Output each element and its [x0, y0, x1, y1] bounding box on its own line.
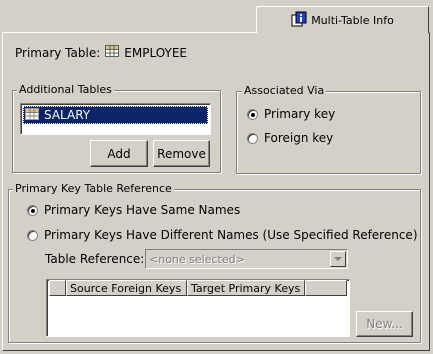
new-button-label: New... — [366, 317, 403, 331]
add-button[interactable]: Add — [90, 140, 148, 167]
remove-button[interactable]: Remove — [153, 140, 210, 167]
same-names-radio-row[interactable]: Primary Keys Have Same Names — [27, 203, 240, 217]
primary-key-label: Primary key — [264, 107, 336, 121]
info-icon — [291, 11, 307, 30]
table-header-filler — [305, 280, 347, 296]
primary-table-row: Primary Table: EMPLOYEE — [15, 45, 187, 60]
list-item[interactable]: SALARY — [23, 106, 208, 124]
additional-tables-title: Additional Tables — [17, 83, 114, 96]
associated-via-title: Associated Via — [242, 84, 327, 97]
table-icon — [25, 107, 39, 123]
table-reference-label: Table Reference: — [45, 252, 145, 266]
tab-multi-table-info[interactable]: Multi-Table Info — [256, 6, 429, 33]
primary-table-label: Primary Table: — [15, 45, 101, 60]
pk-reference-title: Primary Key Table Reference — [13, 182, 174, 195]
column-header-target-primary-keys[interactable]: Target Primary Keys — [187, 280, 305, 296]
table-header-corner — [49, 280, 66, 296]
add-button-label: Add — [107, 146, 131, 161]
primary-key-radio-row[interactable]: Primary key — [247, 107, 335, 121]
foreign-key-label: Foreign key — [264, 131, 334, 145]
same-names-label: Primary Keys Have Same Names — [44, 203, 241, 217]
primary-key-radio[interactable] — [247, 108, 258, 120]
new-button[interactable]: New... — [356, 311, 413, 337]
same-names-radio[interactable] — [27, 204, 38, 216]
different-names-label: Primary Keys Have Different Names (Use S… — [44, 228, 418, 242]
different-names-radio-row[interactable]: Primary Keys Have Different Names (Use S… — [27, 228, 418, 242]
primary-table-name: EMPLOYEE — [124, 45, 187, 60]
key-mapping-table[interactable]: Source Foreign Keys Target Primary Keys — [46, 279, 350, 337]
column-header-label: Target Primary Keys — [191, 281, 301, 295]
foreign-key-radio[interactable] — [247, 132, 258, 144]
table-icon — [105, 45, 120, 60]
list-item-label: SALARY — [44, 108, 91, 122]
remove-button-label: Remove — [157, 146, 206, 161]
additional-tables-list[interactable]: SALARY — [20, 103, 211, 135]
different-names-radio[interactable] — [27, 229, 38, 241]
tab-label: Multi-Table Info — [311, 13, 394, 27]
table-reference-value: <none selected> — [149, 252, 245, 266]
column-header-label: Source Foreign Keys — [70, 281, 182, 295]
column-header-source-foreign-keys[interactable]: Source Foreign Keys — [66, 280, 187, 296]
table-reference-select[interactable]: <none selected> — [145, 249, 348, 269]
foreign-key-radio-row[interactable]: Foreign key — [247, 131, 333, 145]
chevron-down-icon[interactable] — [330, 251, 346, 267]
